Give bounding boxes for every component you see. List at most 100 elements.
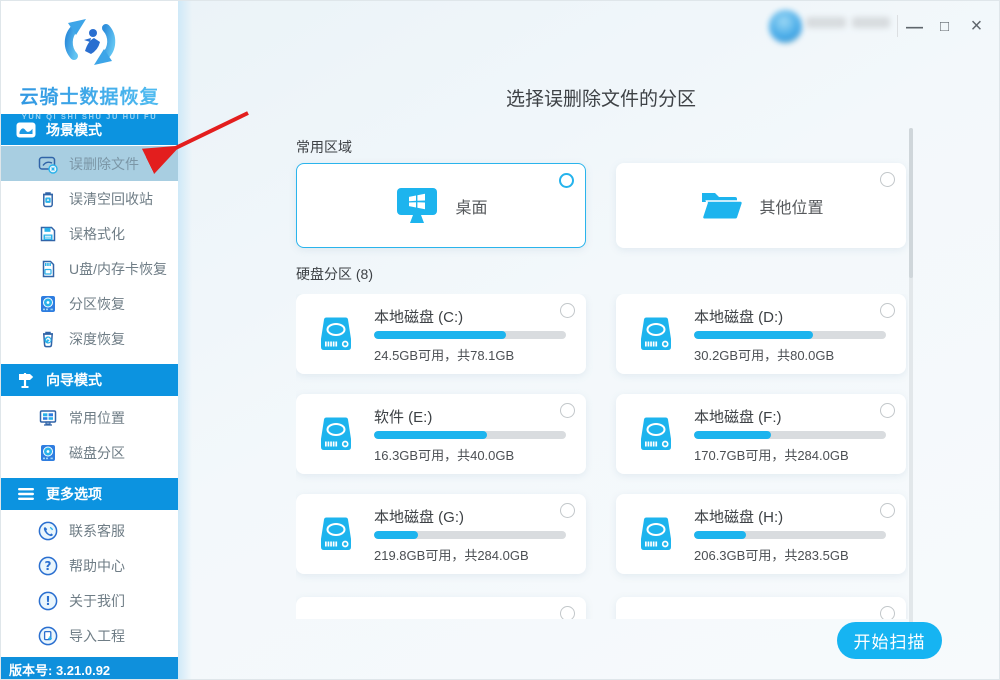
disk-usage-bar (694, 531, 886, 539)
scene-mode-icon (15, 119, 37, 141)
disk-card-f[interactable]: 本地磁盘 (F:) 170.7GB可用，共284.0GB (616, 394, 906, 474)
close-button[interactable]: × (963, 13, 990, 40)
disk-card-partial[interactable] (616, 597, 906, 619)
disk-usage-fill (374, 331, 507, 339)
monitor-icon (37, 407, 59, 429)
hdd-icon (321, 517, 351, 550)
wizard-mode-icon (15, 369, 37, 391)
more-options-icon (15, 483, 37, 505)
floppy-disk-icon (37, 223, 59, 245)
sidebar-item-deep-recovery[interactable]: 深度恢复 (1, 321, 178, 356)
partition-disk-icon (37, 293, 59, 315)
disk-card-c[interactable]: 本地磁盘 (C:) 24.5GB可用，共78.1GB (296, 294, 586, 374)
radio-disk-d[interactable] (880, 303, 895, 318)
import-project-icon (37, 625, 59, 647)
scrollbar-thumb[interactable] (909, 128, 913, 278)
sidebar-section-wizard-mode: 向导模式 (1, 364, 178, 396)
minimize-button[interactable]: — (901, 13, 928, 40)
sidebar-item-disk-partitions[interactable]: 磁盘分区 (1, 435, 178, 470)
disk-usage-bar (694, 431, 886, 439)
user-avatar-blurred (769, 10, 802, 43)
about-icon: ! (37, 590, 59, 612)
svg-text:!: ! (45, 594, 50, 608)
radio-disk-partial[interactable] (880, 606, 895, 619)
app-logo: 云骑士数据恢复 YUN QI SHI SHU JU HUI FU (1, 1, 178, 121)
location-card-other[interactable]: 其他位置 (616, 163, 906, 248)
scrollbar[interactable] (909, 128, 913, 659)
deep-recovery-icon (37, 328, 59, 350)
logo-circular-arrows-icon (64, 19, 115, 65)
hdd-icon (321, 417, 351, 450)
sidebar-item-label: 误清空回收站 (69, 190, 153, 207)
sidebar-item-label: 分区恢复 (69, 295, 125, 312)
disk-card-g[interactable]: 本地磁盘 (G:) 219.8GB可用，共284.0GB (296, 494, 586, 574)
sidebar-item-label: 误格式化 (69, 225, 125, 242)
recycle-bin-icon (37, 188, 59, 210)
sidebar-item-contact-support[interactable]: 联系客服 (1, 513, 178, 548)
sidebar-item-deleted-files[interactable]: 误删除文件 (1, 146, 178, 181)
disk-usage-fill (694, 531, 746, 539)
disk-info: 30.2GB可用，共80.0GB (694, 348, 835, 363)
common-area-label: 常用区域 (296, 139, 352, 155)
radio-other-location[interactable] (880, 172, 895, 187)
sidebar-item-label: 误删除文件 (69, 155, 139, 172)
disk-usage-fill (374, 531, 419, 539)
radio-disk-h[interactable] (880, 503, 895, 518)
page-title: 选择误删除文件的分区 (505, 89, 696, 110)
blurred-account-text (806, 17, 846, 28)
radio-desktop[interactable] (559, 173, 574, 188)
disk-card-d[interactable]: 本地磁盘 (D:) 30.2GB可用，共80.0GB (616, 294, 906, 374)
radio-disk-f[interactable] (880, 403, 895, 418)
start-scan-button[interactable]: 开始扫描 (837, 622, 942, 659)
section-label: 场景模式 (46, 121, 102, 138)
sidebar-section-more-options: 更多选项 (1, 478, 178, 510)
sidebar-item-label: 常用位置 (69, 409, 125, 426)
radio-disk-partial[interactable] (560, 606, 575, 619)
disk-list: 本地磁盘 (C:) 24.5GB可用，共78.1GB 本地磁盘 (D:) 30.… (296, 294, 908, 619)
disk-usage-bar (374, 431, 566, 439)
disk-partitions-icon (37, 442, 59, 464)
disk-card-h[interactable]: 本地磁盘 (H:) 206.3GB可用，共283.5GB (616, 494, 906, 574)
version-bar: 版本号: 3.21.0.92 (1, 657, 178, 679)
sidebar-item-label: U盘/内存卡恢复 (69, 260, 167, 277)
svg-text:?: ? (45, 559, 52, 573)
sidebar-item-common-locations[interactable]: 常用位置 (1, 400, 178, 435)
sidebar-item-about-us[interactable]: ! 关于我们 (1, 583, 178, 618)
titlebar-divider (897, 15, 898, 37)
disk-card-e[interactable]: 软件 (E:) 16.3GB可用，共40.0GB (296, 394, 586, 474)
sidebar-item-help-center[interactable]: ? 帮助中心 (1, 548, 178, 583)
sidebar-item-import-project[interactable]: 导入工程 (1, 618, 178, 653)
location-card-desktop[interactable]: 桌面 (296, 163, 586, 248)
main-content: — □ × 选择误删除文件的分区 常用区域 桌面 其他位置 硬盘分区 (8) 本… (178, 1, 999, 679)
disk-card-partial[interactable] (296, 597, 586, 619)
sidebar-item-formatted[interactable]: 误格式化 (1, 216, 178, 251)
disk-partitions-label: 硬盘分区 (8) (296, 266, 373, 282)
section-label: 更多选项 (46, 486, 102, 502)
radio-disk-e[interactable] (560, 403, 575, 418)
location-card-label: 其他位置 (759, 199, 824, 217)
sidebar-item-partition-recovery[interactable]: 分区恢复 (1, 286, 178, 321)
desktop-windows-icon (397, 187, 438, 223)
maximize-button[interactable]: □ (931, 13, 958, 40)
sidebar-gap (1, 470, 178, 478)
disk-info: 206.3GB可用，共283.5GB (694, 548, 849, 563)
sidebar-item-usb-memory-card[interactable]: U盘/内存卡恢复 (1, 251, 178, 286)
sidebar-item-emptied-recycle-bin[interactable]: 误清空回收站 (1, 181, 178, 216)
radio-disk-g[interactable] (560, 503, 575, 518)
phone-support-icon (37, 520, 59, 542)
disk-info: 16.3GB可用，共40.0GB (374, 448, 515, 463)
hdd-icon (641, 517, 671, 550)
hdd-icon (321, 317, 351, 350)
folder-open-icon (702, 192, 744, 220)
radio-disk-c[interactable] (560, 303, 575, 318)
disk-usage-fill (694, 331, 814, 339)
disk-usage-fill (374, 431, 488, 439)
deleted-files-icon (37, 153, 59, 175)
sidebar-item-label: 联系客服 (69, 522, 125, 539)
disk-name: 本地磁盘 (C:) (374, 309, 464, 326)
section-label: 向导模式 (46, 372, 102, 388)
hdd-icon (641, 317, 671, 350)
disk-usage-bar (374, 531, 566, 539)
disk-usage-fill (694, 431, 771, 439)
blurred-account-text (852, 17, 890, 28)
